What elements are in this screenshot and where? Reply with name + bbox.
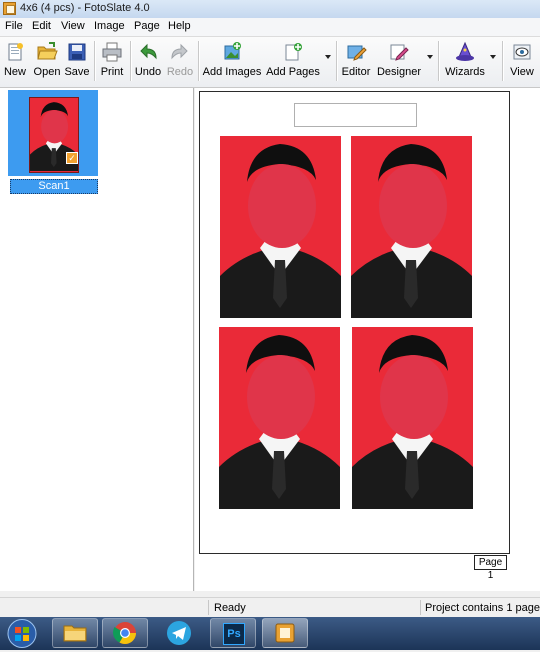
- new-label: New: [3, 66, 26, 78]
- page-tab[interactable]: Page 1: [474, 555, 507, 581]
- add-pages-button[interactable]: Add Pages: [266, 39, 320, 83]
- status-text: Ready: [214, 602, 246, 614]
- thumbnail-pane[interactable]: ✓ Scan1: [0, 88, 194, 591]
- toolbar-separator: [336, 41, 338, 81]
- start-button[interactable]: [6, 618, 38, 649]
- menu-file[interactable]: File: [5, 20, 23, 32]
- title-bar: 4x6 (4 pcs) - FotoSlate 4.0: [0, 0, 540, 19]
- taskbar-chrome[interactable]: [102, 618, 148, 648]
- redo-button[interactable]: Redo: [166, 39, 194, 83]
- designer-dropdown-arrow-icon[interactable]: [427, 55, 433, 59]
- photo-slot[interactable]: [351, 136, 472, 318]
- new-document-icon: [8, 43, 23, 61]
- portrait-photo: [352, 327, 473, 509]
- view-eye-icon: [513, 44, 531, 60]
- menu-image[interactable]: Image: [94, 20, 125, 32]
- printer-icon: [102, 42, 122, 62]
- wizard-hat-icon: [456, 41, 474, 61]
- chrome-icon: [113, 622, 136, 644]
- caption-text-box[interactable]: [294, 103, 417, 127]
- new-button[interactable]: New: [2, 39, 28, 83]
- windows-start-orb-icon: [7, 619, 37, 648]
- redo-arrow-icon: [171, 43, 188, 60]
- toolbar-separator: [438, 41, 440, 81]
- view-label: View: [510, 66, 534, 78]
- portrait-photo: [351, 136, 472, 318]
- wizards-label: Wizards: [445, 66, 485, 78]
- undo-button[interactable]: Undo: [134, 39, 162, 83]
- photo-slot[interactable]: [219, 327, 340, 509]
- add-images-button[interactable]: Add Images: [202, 39, 262, 83]
- save-disk-icon: [68, 43, 86, 61]
- fotoslate-icon: [275, 623, 295, 643]
- toolbar-separator: [94, 41, 96, 81]
- print-button[interactable]: Print: [98, 39, 126, 83]
- print-page[interactable]: [199, 91, 510, 554]
- designer-label: Designer: [376, 66, 422, 78]
- menu-help[interactable]: Help: [168, 20, 191, 32]
- menu-edit[interactable]: Edit: [32, 20, 51, 32]
- designer-icon: [390, 44, 409, 61]
- telegram-icon: [167, 621, 191, 645]
- folder-icon: [63, 625, 87, 642]
- open-folder-icon: [37, 42, 58, 60]
- portrait-photo: [219, 327, 340, 509]
- editor-label: Editor: [341, 66, 371, 78]
- designer-button[interactable]: Designer: [376, 39, 422, 83]
- wizards-button[interactable]: Wizards: [444, 39, 486, 83]
- menu-view[interactable]: View: [61, 20, 85, 32]
- editor-icon: [347, 45, 367, 61]
- open-button[interactable]: Open: [32, 39, 62, 83]
- window-title: 4x6 (4 pcs) - FotoSlate 4.0: [20, 2, 150, 14]
- menu-page[interactable]: Page: [134, 20, 160, 32]
- add-pages-icon: [285, 43, 302, 61]
- print-label: Print: [100, 66, 124, 78]
- toolbar-separator: [502, 41, 504, 81]
- save-label: Save: [64, 66, 90, 78]
- photo-slot[interactable]: [352, 327, 473, 509]
- toolbar: New Open Save Print Undo Redo Add Images…: [0, 37, 540, 88]
- save-button[interactable]: Save: [64, 39, 90, 83]
- thumbnail-label[interactable]: Scan1: [10, 179, 98, 194]
- portrait-photo: [220, 136, 341, 318]
- project-page-count: Project contains 1 page(s): [425, 602, 540, 614]
- add-pages-label: Add Pages: [266, 66, 320, 78]
- view-button[interactable]: View: [508, 39, 536, 83]
- toolbar-separator: [198, 41, 200, 81]
- photo-slot[interactable]: [220, 136, 341, 318]
- undo-label: Undo: [134, 66, 162, 78]
- toolbar-separator: [130, 41, 132, 81]
- redo-label: Redo: [166, 66, 194, 78]
- editor-button[interactable]: Editor: [340, 39, 372, 83]
- app-icon: [3, 2, 16, 15]
- canvas-pane: Page 1: [195, 88, 540, 591]
- status-divider: [208, 600, 209, 615]
- taskbar-fotoslate[interactable]: [262, 618, 308, 648]
- photoshop-icon: Ps: [223, 623, 245, 645]
- taskbar-photoshop[interactable]: Ps: [210, 618, 256, 648]
- status-bar: Ready Project contains 1 page(s): [0, 597, 540, 618]
- status-divider: [420, 600, 421, 615]
- undo-arrow-icon: [140, 43, 157, 60]
- add-images-label: Add Images: [202, 66, 262, 78]
- add-pages-dropdown-arrow-icon[interactable]: [325, 55, 331, 59]
- open-label: Open: [33, 66, 61, 78]
- thumbnail-item[interactable]: ✓: [8, 90, 98, 176]
- taskbar-file-explorer[interactable]: [52, 618, 98, 648]
- wizards-dropdown-arrow-icon[interactable]: [490, 55, 496, 59]
- taskbar-telegram[interactable]: [156, 618, 202, 648]
- checkmark-icon: ✓: [66, 152, 78, 164]
- windows-taskbar: Ps: [0, 617, 540, 650]
- menu-bar: File Edit View Image Page Help: [0, 18, 540, 37]
- add-images-icon: [224, 42, 241, 60]
